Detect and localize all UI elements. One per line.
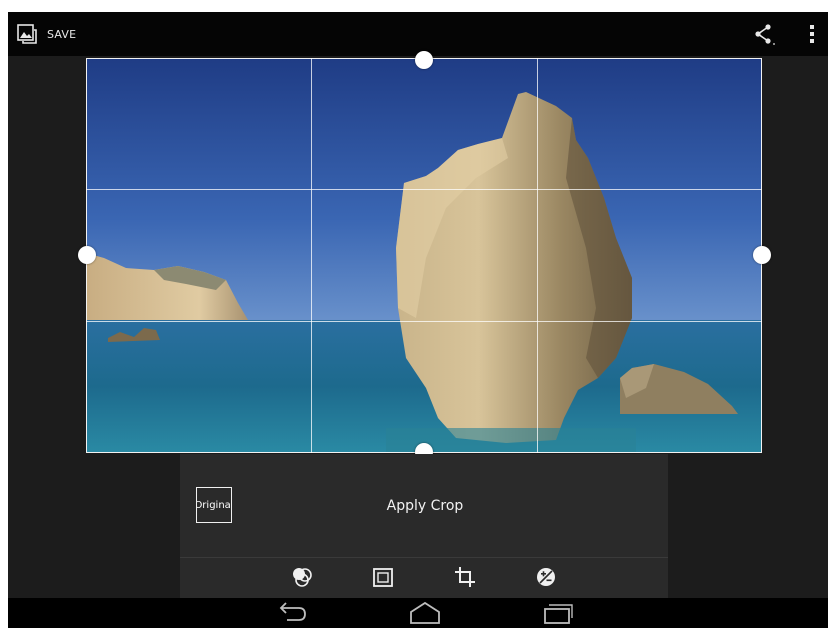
crop-handle-right[interactable] <box>753 246 771 264</box>
save-label: SAVE <box>47 27 77 41</box>
android-screen: SAVE Original Apply Crop <box>8 12 828 628</box>
back-button[interactable] <box>277 600 311 626</box>
recents-button[interactable] <box>541 600 575 626</box>
share-button[interactable] <box>752 22 776 46</box>
navigation-bar <box>8 598 828 628</box>
crop-tool[interactable] <box>453 565 477 589</box>
crop-handle-top[interactable] <box>415 51 433 69</box>
adjust-tool[interactable] <box>534 565 558 589</box>
share-icon <box>755 24 775 45</box>
grid-line-vertical-1 <box>311 58 312 453</box>
home-button[interactable] <box>408 600 442 626</box>
apply-crop-button[interactable]: Apply Crop <box>368 494 482 518</box>
adjust-icon <box>537 568 555 586</box>
panel-divider <box>180 557 668 558</box>
overflow-menu-button[interactable] <box>804 22 820 46</box>
back-icon <box>279 602 306 621</box>
save-button[interactable]: SAVE <box>16 18 76 50</box>
crop-handle-left[interactable] <box>78 246 96 264</box>
crop-options-panel <box>180 454 668 600</box>
action-bar: SAVE <box>8 12 828 56</box>
original-label: Original <box>196 499 232 511</box>
home-icon <box>410 601 440 624</box>
grid-line-horizontal-1 <box>86 189 762 190</box>
grid-line-horizontal-2 <box>86 321 762 322</box>
filters-icon <box>293 568 312 587</box>
frames-icon <box>373 568 393 587</box>
original-aspect-option[interactable]: Original <box>196 487 232 523</box>
frames-tool[interactable] <box>371 565 395 589</box>
grid-line-vertical-2 <box>537 58 538 453</box>
recents-icon <box>544 604 573 624</box>
crop-frame[interactable] <box>86 58 762 453</box>
gallery-icon <box>17 24 37 44</box>
overflow-menu-icon <box>810 25 814 43</box>
filters-tool[interactable] <box>290 565 314 589</box>
crop-icon <box>455 567 475 587</box>
